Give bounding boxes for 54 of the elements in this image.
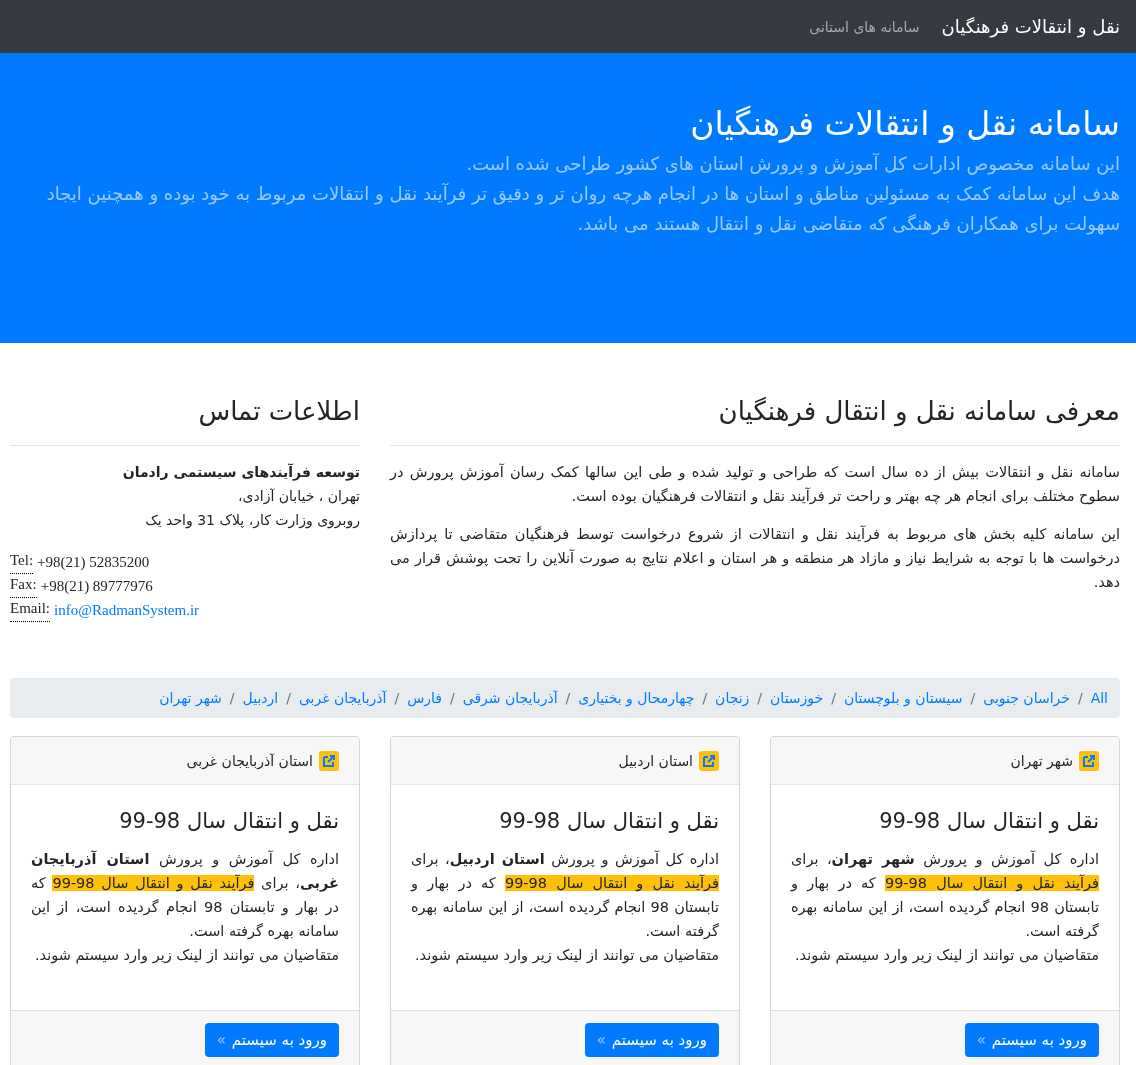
breadcrumb-separator: / [969,690,977,706]
breadcrumb-separator: / [701,690,709,706]
breadcrumb-link[interactable]: شهر تهران [159,690,222,706]
email-link[interactable]: info@RadmanSystem.ir [54,598,200,622]
card-text: اداره کل آموزش و پرورش استان اردبیل، برای فرآیند نقل و انتقال سال 98-99 که در بهار و تابستان 98 انجام گردیده است، از این سامانه بهره گرفته است. متقاضیان می توانند از لینک زیر وارد سیستم شوند. [411,849,719,966]
contact-label: Fax: [10,574,37,598]
breadcrumb-link[interactable]: فارس [407,690,442,706]
breadcrumb-link[interactable]: چهارمحال و بختیاری [578,690,695,706]
contact-label: Tel: [10,550,34,574]
login-button[interactable]: ورود به سیستم » [964,1023,1099,1057]
breadcrumb-separator: / [756,690,764,706]
card-header-title: استان آذربایجان غربی [186,752,313,769]
contact-value: +98(21) 89777976 [40,577,153,596]
breadcrumb-separator: / [285,690,292,706]
breadcrumb-link[interactable]: زنجان [715,690,750,706]
intro-paragraph: سامانه نقل و انتقالات بیش از ده سال است که طراحی و تولید شده و طی این سالها کمک رسان آموزش پرورش در سطوح مختلف برای انجام هر چه بهتر و راحت تر فرآیند نقل و انتقالات فرهنگیان بوده است. [390,462,1120,507]
hero-text: این سامانه مخصوص ادارات کل آموزش و پرورش استان های کشور طراحی شده است. [465,152,1120,177]
card-title: نقل و انتقال سال 98-99 [878,808,1099,835]
nav-link[interactable]: سامانه های استانی [809,18,920,35]
hero-title: سامانه نقل و انتقالات فرهنگیان [689,103,1120,145]
hero-text: هدف این سامانه کمک به مسئولین مناطق و استان ها در انجام هرچه روان تر و دقیق تر فرآیند نقل و انتقالات مربوط به خود بوده و همچنین ایجاد سهولت برای همکاران فرهنگی که متقاضی نقل و انتقال هستند می باشد. [45,182,1120,237]
breadcrumb-separator: / [228,690,236,706]
login-button[interactable]: ورود به سیستم » [584,1023,719,1057]
breadcrumb-link[interactable]: خوزستان [770,690,824,706]
breadcrumb-link[interactable]: آذربایجان شرقی [462,690,558,706]
brand-link[interactable]: نقل و انتقالات فرهنگیان [941,16,1120,37]
contact-label: Email: [10,598,50,622]
breadcrumb-separator: / [393,690,401,706]
breadcrumb-link[interactable]: آذربایجان غربی [298,690,387,706]
contact-value: +98(21) 52835200 [37,553,150,572]
breadcrumb-link[interactable]: خراسان جنوبی [983,690,1070,706]
breadcrumb-link[interactable]: اردبیل [242,690,279,706]
intro-paragraph: این سامانه کلیه بخش های مربوط به فرآیند نقل و انتقالات از شروع درخواست توسط فرهنگیان متقاضی تا پردازش درخواست ها با توجه به شرایط نیاز و مازاد هر منطقه و هر استان و اعلام نتایج به صورت آنلاین را تحت پوشش قرار می دهد. [390,524,1120,592]
breadcrumb-link[interactable]: سیستان و بلوچستان [843,690,963,706]
company-name: توسعه فرآیندهای سیستمی رادمان [121,462,360,483]
breadcrumb-separator: / [564,690,572,706]
section-heading: معرفی سامانه نقل و انتقال فرهنگیان [390,391,1120,446]
card-title: نقل و انتقال سال 98-99 [118,808,339,835]
breadcrumb-separator: / [830,690,837,706]
card-text: اداره کل آموزش و پرورش استان آذربایجان غربی، برای فرآیند نقل و انتقال سال 98-99 که در بهار و تابستان 98 انجام گردیده است، از این سامانه بهره گرفته است. متقاضیان می توانند از لینک زیر وارد سیستم شوند. [31,849,339,966]
card-text: اداره کل آموزش و پرورش شهر تهران، برای فرآیند نقل و انتقال سال 98-99 که در بهار و تابستان 98 انجام گردیده است، از این سامانه بهره گرفته است. متقاضیان می توانند از لینک زیر وارد سیستم شوند. [791,849,1099,966]
breadcrumb-separator: / [1076,690,1084,706]
breadcrumb-link[interactable]: All [1090,690,1108,706]
address-line: روبروی وزارت کار، پلاک 31 واحد یک [144,511,360,531]
login-button[interactable]: ورود به سیستم » [204,1023,339,1057]
section-heading: اطلاعات تماس [10,391,360,446]
card-title: نقل و انتقال سال 98-99 [498,808,719,835]
card-header-title: شهر تهران [1010,752,1073,769]
breadcrumb-separator: / [449,690,456,706]
external-link-icon [699,750,719,771]
external-link-icon [1079,750,1099,771]
card-header-title: استان اردبیل [618,752,693,769]
external-link-icon [319,750,339,771]
address-line: تهران ، خیابان آزادی، [237,487,360,507]
